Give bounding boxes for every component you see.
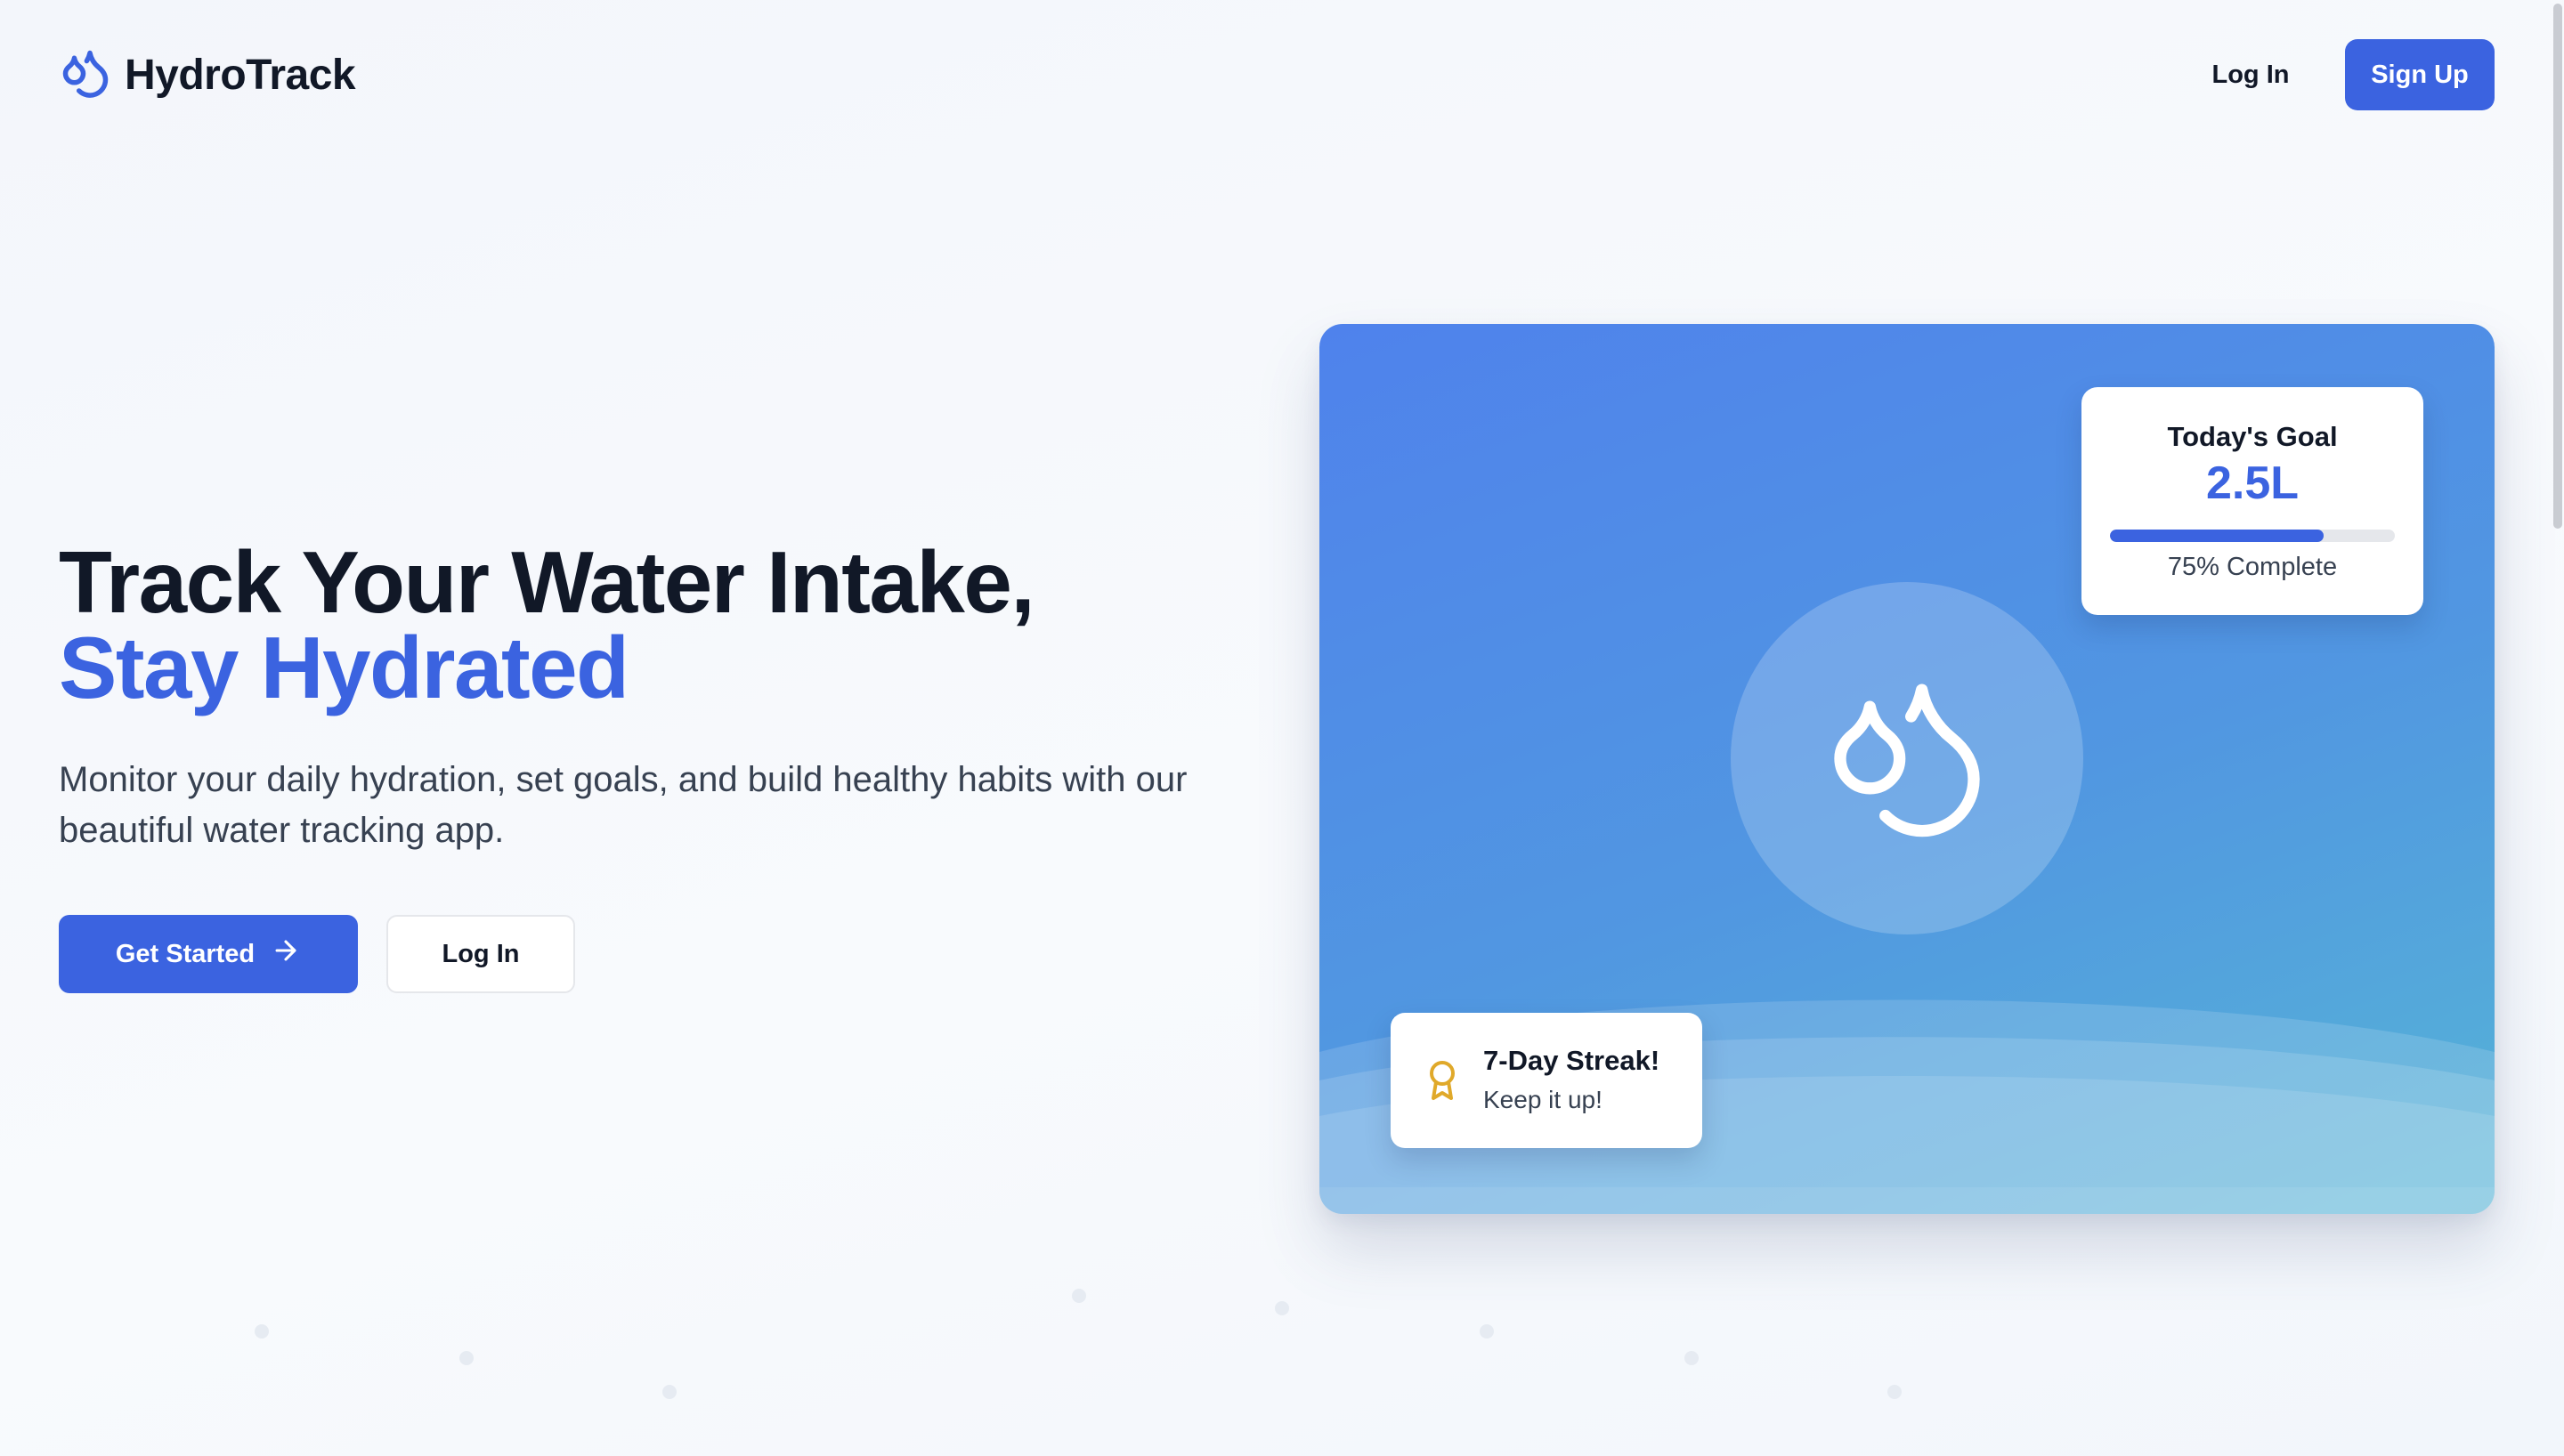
hero-title-line-1: Track Your Water Intake, bbox=[59, 533, 1035, 631]
bg-dot bbox=[662, 1385, 677, 1399]
get-started-label: Get Started bbox=[115, 939, 256, 968]
goal-progress-fill bbox=[2110, 530, 2324, 542]
droplets-icon bbox=[1818, 667, 1996, 850]
nav-signup-button[interactable]: Sign Up bbox=[2345, 39, 2495, 110]
bg-dot bbox=[1480, 1324, 1494, 1339]
droplet-circle bbox=[1731, 582, 2083, 934]
bg-dot bbox=[1072, 1289, 1086, 1303]
streak-subtitle: Keep it up! bbox=[1483, 1086, 1602, 1113]
top-nav: HydroTrack Log In Sign Up bbox=[0, 0, 2564, 150]
arrow-right-icon bbox=[255, 935, 301, 973]
bg-dot bbox=[459, 1351, 474, 1365]
bg-dot bbox=[255, 1324, 269, 1339]
get-started-button[interactable]: Get Started bbox=[59, 915, 358, 993]
hero-title-line-2: Stay Hydrated bbox=[59, 619, 629, 716]
goal-progress-caption: 75% Complete bbox=[2167, 553, 2338, 581]
todays-goal-card: Today's Goal 2.5L 75% Complete bbox=[2081, 387, 2423, 615]
bg-dot bbox=[1275, 1301, 1289, 1315]
streak-title: 7-Day Streak! bbox=[1483, 1045, 1660, 1076]
droplets-icon bbox=[59, 46, 112, 104]
page-scrollbar[interactable] bbox=[2552, 0, 2564, 1456]
brand-logo[interactable]: HydroTrack bbox=[59, 46, 356, 104]
bg-dot bbox=[1684, 1351, 1699, 1365]
nav-login-button[interactable]: Log In bbox=[2192, 39, 2309, 110]
hero-subtitle: Monitor your daily hydration, set goals,… bbox=[59, 760, 1188, 850]
goal-title: Today's Goal bbox=[2167, 421, 2338, 452]
goal-value: 2.5L bbox=[2205, 457, 2300, 509]
goal-progress-bar bbox=[2110, 530, 2395, 542]
hero-login-button[interactable]: Log In bbox=[386, 915, 575, 993]
streak-card: 7-Day Streak! Keep it up! bbox=[1391, 1013, 1702, 1148]
scrollbar-thumb[interactable] bbox=[2553, 4, 2562, 529]
hero-title: Track Your Water Intake, Stay Hydrated bbox=[59, 533, 1035, 716]
brand-name: HydroTrack bbox=[125, 52, 356, 99]
bg-dot bbox=[1887, 1385, 1902, 1399]
